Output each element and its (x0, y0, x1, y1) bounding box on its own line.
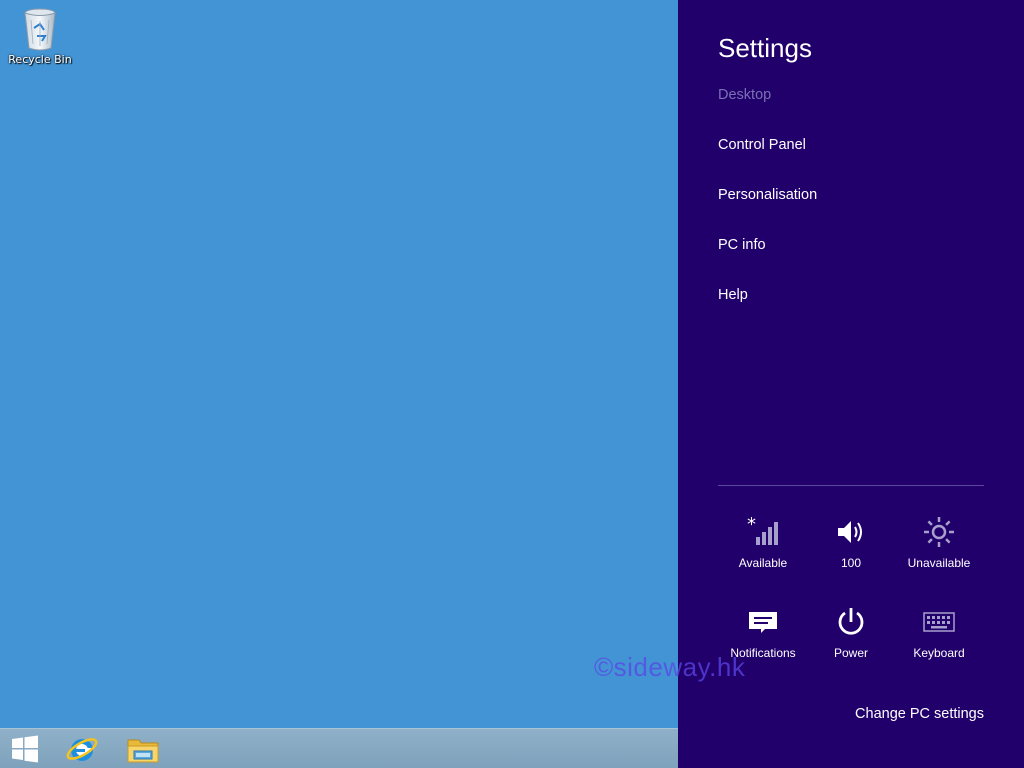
keyboard-tile-label: Keyboard (913, 646, 965, 660)
notifications-icon (749, 612, 777, 633)
brightness-tile[interactable]: Unavailable (895, 512, 983, 588)
internet-explorer-icon (66, 738, 98, 761)
settings-context-label: Desktop (718, 87, 772, 103)
personalisation-link[interactable]: Personalisation (718, 187, 817, 203)
power-icon (838, 608, 864, 635)
settings-title: Settings (718, 33, 812, 63)
settings-divider (718, 485, 984, 486)
volume-tile-label: 100 (840, 556, 862, 570)
file-explorer-icon (127, 739, 159, 763)
power-tile-label: Power (833, 646, 868, 660)
keyboard-tile[interactable]: Keyboard (895, 602, 983, 678)
change-pc-settings-link[interactable]: Change PC settings (855, 706, 984, 722)
svg-text:*: * (747, 517, 756, 535)
taskbar-file-explorer[interactable] (119, 729, 167, 768)
pc-info-link[interactable]: PC info (718, 237, 766, 253)
volume-icon (838, 521, 862, 543)
power-tile[interactable]: Power (807, 602, 895, 678)
volume-tile[interactable]: 100 (807, 512, 895, 588)
taskbar (0, 728, 678, 768)
desktop-icon-recycle-bin[interactable]: Recycle Bin (4, 6, 76, 76)
control-panel-link[interactable]: Control Panel (718, 137, 806, 153)
windows-start-icon (12, 735, 38, 763)
help-link[interactable]: Help (718, 287, 748, 303)
watermark: ©sideway.hk (594, 652, 746, 682)
recycle-bin-icon (24, 8, 56, 51)
brightness-icon (924, 517, 954, 547)
network-tile[interactable]: * Available (719, 512, 807, 588)
keyboard-icon (923, 612, 955, 632)
brightness-tile-label: Unavailable (907, 556, 971, 570)
taskbar-internet-explorer[interactable] (58, 729, 106, 768)
start-button[interactable] (4, 729, 46, 768)
desktop[interactable]: Recycle Bin (0, 0, 678, 728)
network-icon: * (747, 517, 778, 545)
recycle-bin-label: Recycle Bin (8, 53, 72, 66)
network-tile-label: Available (738, 556, 788, 570)
